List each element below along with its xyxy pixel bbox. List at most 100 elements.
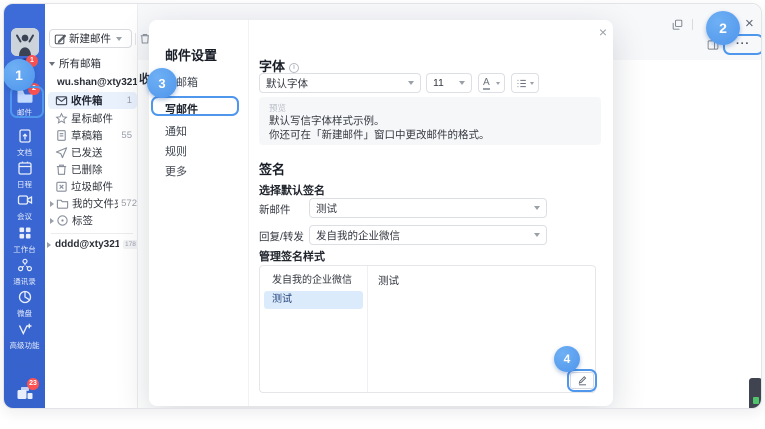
sidebar-item-label: 文档 <box>4 149 45 157</box>
folder-icon <box>56 197 69 210</box>
signature-preview-text: 测试 <box>378 273 399 288</box>
sidebar-item-label: 通讯录 <box>4 278 45 286</box>
dialog-close-button[interactable]: × <box>596 24 610 40</box>
folder-count: 572 <box>121 198 137 209</box>
toolbar-separator <box>135 33 136 45</box>
folder-label: 已发送 <box>71 145 103 160</box>
signature-list-divider <box>367 266 368 392</box>
chevron-down-icon <box>530 82 534 85</box>
font-size-select[interactable]: 11 <box>426 73 472 93</box>
nav-item-more[interactable]: 更多 <box>165 163 187 179</box>
dark-scrollbar[interactable] <box>749 378 762 409</box>
new-mail-label: 新邮件 <box>259 202 291 217</box>
info-icon: i <box>289 63 299 73</box>
compose-button[interactable]: 新建邮件 <box>49 29 132 48</box>
secondary-account-row[interactable]: dddd@xty321.... 178 <box>47 239 138 250</box>
folder-row-sent[interactable]: 已发送 <box>48 144 137 161</box>
caret-right-icon <box>50 218 54 224</box>
sidebar-item-contacts[interactable]: 通讯录 <box>4 257 45 286</box>
reply-signature-value: 发自我的企业微信 <box>316 228 400 243</box>
all-mailboxes-row[interactable]: 所有邮箱 <box>49 56 101 71</box>
preview-line-1: 默认写信字体样式示例。 <box>269 114 591 128</box>
compose-icon <box>54 33 66 45</box>
manage-signature-heading: 管理签名样式 <box>259 248 325 264</box>
folder-row-deleted[interactable]: 已删除 <box>48 161 137 178</box>
folder-label: 垃圾邮件 <box>71 179 113 194</box>
signature-manager-box: 发自我的企业微信 测试 测试 <box>259 265 596 393</box>
chevron-down-icon <box>116 37 122 41</box>
sidebar-item-label: 会议 <box>4 213 45 221</box>
sidebar-item-label: 高级功能 <box>4 342 45 350</box>
apps-badge: 23 <box>27 378 39 390</box>
font-family-select[interactable]: 默认字体 <box>259 73 421 93</box>
mail-settings-dialog: 邮件设置 收邮箱 写邮件 通知 规则 更多 × 字体i 默认字体 11 A <box>149 20 613 406</box>
reply-forward-label: 回复/转发 <box>259 229 304 244</box>
annotation-circle-3: 3 <box>147 68 177 98</box>
controls-separator <box>692 19 693 30</box>
folder-row-inbox[interactable]: 收件箱 1 <box>48 92 137 109</box>
reply-signature-select[interactable]: 发自我的企业微信 <box>309 225 547 245</box>
sidebar-item-label: 邮件 <box>4 109 45 117</box>
sidebar-item-mail[interactable]: 邮件 <box>4 89 45 117</box>
account-row[interactable]: wu.shan@xty321.... <box>57 77 137 88</box>
font-color-button[interactable]: A <box>478 73 505 93</box>
font-preview-box: 预览 默认写信字体样式示例。 你还可在「新建邮件」窗口中更改邮件的格式。 <box>259 97 601 145</box>
tag-icon <box>56 214 69 227</box>
sidebar-item-apps[interactable] <box>4 385 45 406</box>
new-mail-signature-select[interactable]: 测试 <box>309 198 547 218</box>
folder-row-drafts[interactable]: 草稿箱 55 <box>48 127 137 144</box>
avatar[interactable] <box>11 28 39 56</box>
folder-label: 已删除 <box>71 162 103 177</box>
sidebar-item-calendar[interactable]: 日程 <box>4 160 45 189</box>
folder-count: 55 <box>121 130 132 141</box>
sidebar-item-drive[interactable]: 微盘 <box>4 289 45 318</box>
signature-item-wecom[interactable]: 发自我的企业微信 <box>264 272 363 290</box>
sidebar-item-advanced[interactable]: 高级功能 <box>4 321 45 350</box>
annotation-circle-1: 1 <box>3 59 35 91</box>
folder-count: 1 <box>127 95 132 106</box>
sidebar-item-workbench[interactable]: 工作台 <box>4 225 45 254</box>
chevron-down-icon <box>534 233 540 237</box>
list-format-button[interactable] <box>511 73 539 93</box>
choose-signature-heading: 选择默认签名 <box>259 182 325 198</box>
edit-signature-button[interactable] <box>570 372 594 389</box>
inbox-icon <box>55 94 68 107</box>
pencil-icon <box>577 375 588 386</box>
font-family-value: 默认字体 <box>266 76 308 91</box>
folder-row-my-folders[interactable]: 我的文件夹 572 <box>48 195 137 212</box>
trash-icon <box>55 163 68 176</box>
folder-label: 星标邮件 <box>71 111 113 126</box>
caret-down-icon <box>49 62 55 66</box>
dialog-title: 邮件设置 <box>165 45 217 64</box>
app-window: 收 — × ··· 1 <box>3 3 762 409</box>
chevron-down-icon <box>534 206 540 210</box>
nav-item-compose[interactable]: 写邮件 <box>165 101 198 117</box>
caret-right-icon <box>47 242 51 248</box>
folder-row-tags[interactable]: 标签 <box>48 212 137 229</box>
chevron-down-icon <box>408 81 414 85</box>
caret-right-icon <box>50 201 54 207</box>
close-window-button[interactable]: × <box>745 15 754 32</box>
sidebar-item-meeting[interactable]: 会议 <box>4 192 45 221</box>
drive-icon <box>17 289 33 305</box>
sidebar-item-docs[interactable]: 文档 <box>4 128 45 157</box>
all-mailboxes-label: 所有邮箱 <box>59 56 101 71</box>
preview-line-2: 你还可在「新建邮件」窗口中更改邮件的格式。 <box>269 128 591 142</box>
restore-window-icon[interactable] <box>672 19 683 30</box>
folder-label: 标签 <box>72 213 93 228</box>
sidebar-item-label: 日程 <box>4 181 45 189</box>
secondary-account-badge: 178 <box>123 240 138 249</box>
compose-label: 新建邮件 <box>69 31 111 46</box>
font-size-value: 11 <box>433 77 444 89</box>
folder-row-spam[interactable]: 垃圾邮件 <box>48 178 137 195</box>
secondary-account-label: dddd@xty321.... <box>55 239 119 250</box>
nav-item-notifications[interactable]: 通知 <box>165 123 187 139</box>
signature-item-test[interactable]: 测试 <box>264 291 363 309</box>
chevron-down-icon <box>496 82 500 85</box>
docs-icon <box>17 128 33 144</box>
nav-item-rules[interactable]: 规则 <box>165 143 187 159</box>
folder-row-starred[interactable]: 星标邮件 <box>48 110 137 127</box>
sent-icon <box>55 146 68 159</box>
numbered-list-icon <box>516 78 527 89</box>
spam-icon <box>55 180 68 193</box>
